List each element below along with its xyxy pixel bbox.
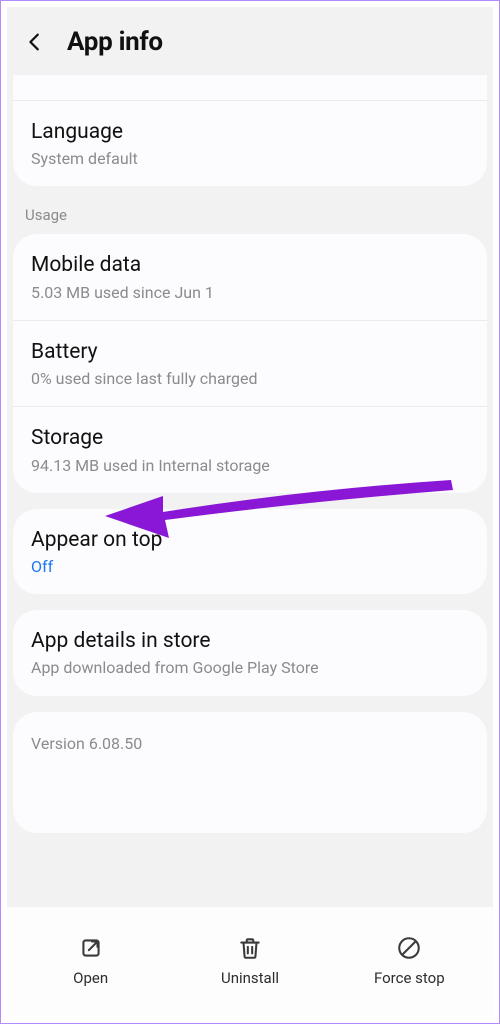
version-text: Version 6.08.50 bbox=[13, 712, 487, 833]
battery-value: 0% used since last fully charged bbox=[31, 369, 469, 388]
appear-on-top-card: Appear on top Off bbox=[13, 509, 487, 594]
mobile-data-row[interactable]: Mobile data 5.03 MB used since Jun 1 bbox=[13, 234, 487, 319]
scroll-overflow-hint bbox=[13, 75, 487, 101]
open-label: Open bbox=[73, 969, 108, 987]
store-details-value: App downloaded from Google Play Store bbox=[31, 658, 469, 677]
storage-label: Storage bbox=[31, 425, 469, 451]
language-row[interactable]: Language System default bbox=[13, 101, 487, 186]
force-stop-label: Force stop bbox=[374, 969, 445, 987]
stop-icon bbox=[396, 935, 422, 961]
open-icon bbox=[78, 935, 104, 961]
store-details-label: App details in store bbox=[31, 628, 469, 654]
back-icon bbox=[24, 31, 46, 53]
battery-row[interactable]: Battery 0% used since last fully charged bbox=[13, 320, 487, 406]
back-button[interactable] bbox=[21, 28, 49, 56]
language-label: Language bbox=[31, 119, 469, 145]
trash-icon bbox=[237, 935, 263, 961]
version-card: Version 6.08.50 bbox=[13, 712, 487, 833]
usage-card: Mobile data 5.03 MB used since Jun 1 Bat… bbox=[13, 234, 487, 492]
uninstall-label: Uninstall bbox=[221, 969, 279, 987]
language-value: System default bbox=[31, 149, 469, 168]
usage-section-header: Usage bbox=[7, 202, 493, 234]
storage-row[interactable]: Storage 94.13 MB used in Internal storag… bbox=[13, 406, 487, 492]
general-card: Language System default bbox=[13, 75, 487, 186]
storage-value: 94.13 MB used in Internal storage bbox=[31, 456, 469, 475]
appear-on-top-label: Appear on top bbox=[31, 527, 469, 553]
battery-label: Battery bbox=[31, 339, 469, 365]
mobile-data-value: 5.03 MB used since Jun 1 bbox=[31, 283, 469, 302]
page-title: App info bbox=[67, 27, 163, 57]
open-button[interactable]: Open bbox=[11, 935, 170, 987]
force-stop-button[interactable]: Force stop bbox=[330, 935, 489, 987]
store-details-row[interactable]: App details in store App downloaded from… bbox=[13, 610, 487, 695]
appear-on-top-row[interactable]: Appear on top Off bbox=[13, 509, 487, 594]
uninstall-button[interactable]: Uninstall bbox=[170, 935, 329, 987]
store-details-card: App details in store App downloaded from… bbox=[13, 610, 487, 695]
mobile-data-label: Mobile data bbox=[31, 252, 469, 278]
bottom-action-bar: Open Uninstall Force stop bbox=[7, 907, 493, 1017]
app-info-header: App info bbox=[7, 7, 493, 75]
appear-on-top-value: Off bbox=[31, 557, 469, 576]
